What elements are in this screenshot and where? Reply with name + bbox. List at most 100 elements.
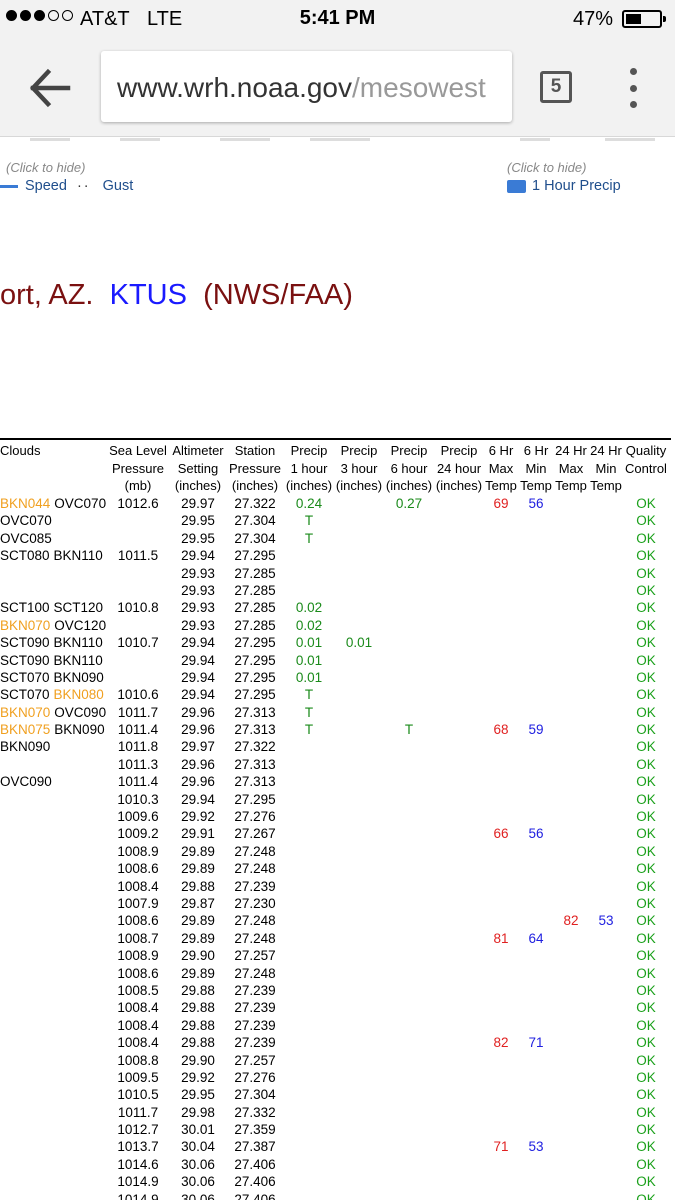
cell-qc: OK: [636, 861, 656, 877]
cell-slp: 1008.6: [117, 861, 159, 877]
cell-slp: 1008.4: [117, 1017, 159, 1033]
overflow-menu-icon[interactable]: [625, 68, 641, 108]
cell-qc: OK: [636, 496, 656, 511]
cell-slp: 1010.8: [117, 600, 159, 616]
header-line: Precip: [290, 443, 328, 458]
header-line: 3 hour: [340, 460, 378, 476]
cell-stn: 27.276: [234, 809, 276, 825]
table-row: BKN070 OVC120 29.93 27.285 0.02 OK: [0, 617, 671, 634]
cell-alt: 29.97: [181, 739, 215, 755]
cell-qc: OK: [636, 1104, 656, 1120]
cloud-layer: OVC090: [0, 774, 52, 790]
cell-p1: 0.02: [295, 617, 323, 633]
cloud-layer: OVC090: [54, 704, 107, 720]
cell-slp: 1014.9: [117, 1191, 159, 1200]
cell-stn: 27.285: [234, 617, 276, 633]
header-line: 1 hour: [290, 460, 328, 476]
faint-divider: [605, 138, 655, 141]
table-row: 1008.6 29.89 27.248 OK: [0, 965, 671, 982]
cell-max6: 81: [493, 930, 509, 946]
cell-qc: OK: [636, 843, 656, 859]
cell-qc: OK: [636, 1000, 656, 1016]
cell-alt: 29.89: [181, 965, 215, 981]
faint-divider: [310, 138, 370, 141]
header-precip-24h: Precip 24 hour (inches): [434, 442, 484, 495]
header-6hr-max-temp: 6 Hr Max Temp: [484, 442, 518, 495]
cell-clouds: SCT070 BKN090: [0, 669, 108, 686]
header-line: 24 Hr: [590, 443, 622, 458]
cell-stn: 27.295: [234, 687, 276, 703]
address-bar[interactable]: www.wrh.noaa.gov/mesowest: [101, 51, 512, 122]
cell-alt: 29.87: [181, 895, 215, 911]
cell-slp: 1008.9: [117, 948, 159, 964]
cell-p1: 0.01: [295, 635, 323, 651]
cell-stn: 27.239: [234, 878, 276, 894]
cell-stn: 27.257: [234, 1052, 276, 1068]
cell-min6: 59: [528, 722, 544, 738]
cell-alt: 29.89: [181, 913, 215, 929]
cell-p1: T: [304, 687, 314, 703]
header-line: (inches): [435, 478, 483, 493]
cell-alt: 29.93: [181, 565, 215, 581]
cell-alt: 30.06: [181, 1174, 215, 1190]
header-clouds: Clouds: [0, 443, 41, 458]
cell-slp: 1010.7: [117, 635, 159, 651]
cloud-layer: BKN110: [53, 548, 103, 564]
cell-stn: 27.313: [234, 774, 276, 790]
table-row: 1010.5 29.95 27.304 OK: [0, 1086, 671, 1103]
back-button[interactable]: [26, 66, 74, 110]
header-line: Sea Level: [109, 443, 167, 458]
cell-slp: 1009.5: [117, 1069, 159, 1085]
cell-max6: 69: [493, 496, 509, 511]
cell-alt: 30.06: [181, 1191, 215, 1200]
cell-slp: 1008.7: [117, 930, 159, 946]
cell-stn: 27.322: [234, 739, 276, 755]
table-row: SCT100 SCT120 1010.8 29.93 27.285 0.02 OK: [0, 599, 671, 616]
table-row: 1008.4 29.88 27.239 OK: [0, 1017, 671, 1034]
cell-alt: 29.90: [181, 1052, 215, 1068]
cell-qc: OK: [636, 756, 656, 772]
cell-alt: 29.88: [181, 982, 215, 998]
cell-stn: 27.248: [234, 930, 276, 946]
cell-alt: 29.96: [181, 704, 215, 720]
cell-alt: 29.93: [181, 600, 215, 616]
cell-slp: 1011.7: [117, 1104, 159, 1120]
cell-slp: 1008.8: [117, 1052, 159, 1068]
station-title: ort, AZ. KTUS (NWS/FAA): [0, 279, 353, 312]
tab-switcher-button[interactable]: 5: [540, 71, 572, 103]
table-row: OVC090 1011.4 29.96 27.313 OK: [0, 773, 671, 790]
cloud-layer: BKN090: [53, 669, 104, 685]
cell-qc: OK: [636, 1035, 656, 1051]
header-line: Precip: [440, 443, 478, 458]
battery-icon: [622, 10, 666, 28]
click-to-hide-hint: (Click to hide): [6, 160, 86, 175]
table-row: 1008.9 29.89 27.248 OK: [0, 843, 671, 860]
cell-stn: 27.322: [234, 496, 276, 511]
table-row: 1008.4 29.88 27.239 82 71 OK: [0, 1034, 671, 1051]
observations-table: Clouds Sea Level Pressure (mb) Altimeter Se…: [0, 438, 671, 1200]
station-code: KTUS: [109, 279, 187, 311]
precip-swatch: [507, 179, 526, 193]
cell-stn: 27.406: [234, 1174, 276, 1190]
cell-alt: 29.89: [181, 930, 215, 946]
speed-label: Speed: [25, 178, 67, 194]
cell-min6: 64: [528, 930, 544, 946]
wind-legend[interactable]: (Click to hide) Speed ·· Gust: [0, 160, 133, 194]
cell-stn: 27.313: [234, 756, 276, 772]
cell-slp: 1010.3: [117, 791, 159, 807]
cloud-layer: SCT120: [53, 600, 104, 616]
cell-max6: 82: [493, 1035, 509, 1051]
table-row: 1009.5 29.92 27.276 OK: [0, 1069, 671, 1086]
cell-min6: 56: [528, 826, 544, 842]
header-line: 6 Hr: [523, 443, 549, 458]
url-text: www.wrh.noaa.gov/mesowest: [117, 72, 486, 104]
cloud-layer: BKN090: [0, 739, 51, 755]
cell-clouds: OVC085: [0, 530, 56, 547]
table-row: 1014.9 30.06 27.406 OK: [0, 1191, 671, 1200]
header-line: Pressure: [111, 460, 165, 476]
precip-legend[interactable]: (Click to hide) 1 Hour Precip: [507, 160, 621, 194]
speed-line-swatch: [0, 184, 18, 188]
cell-slp: 1013.7: [117, 1139, 159, 1155]
faint-divider: [120, 138, 160, 141]
header-line: Pressure: [228, 460, 282, 476]
